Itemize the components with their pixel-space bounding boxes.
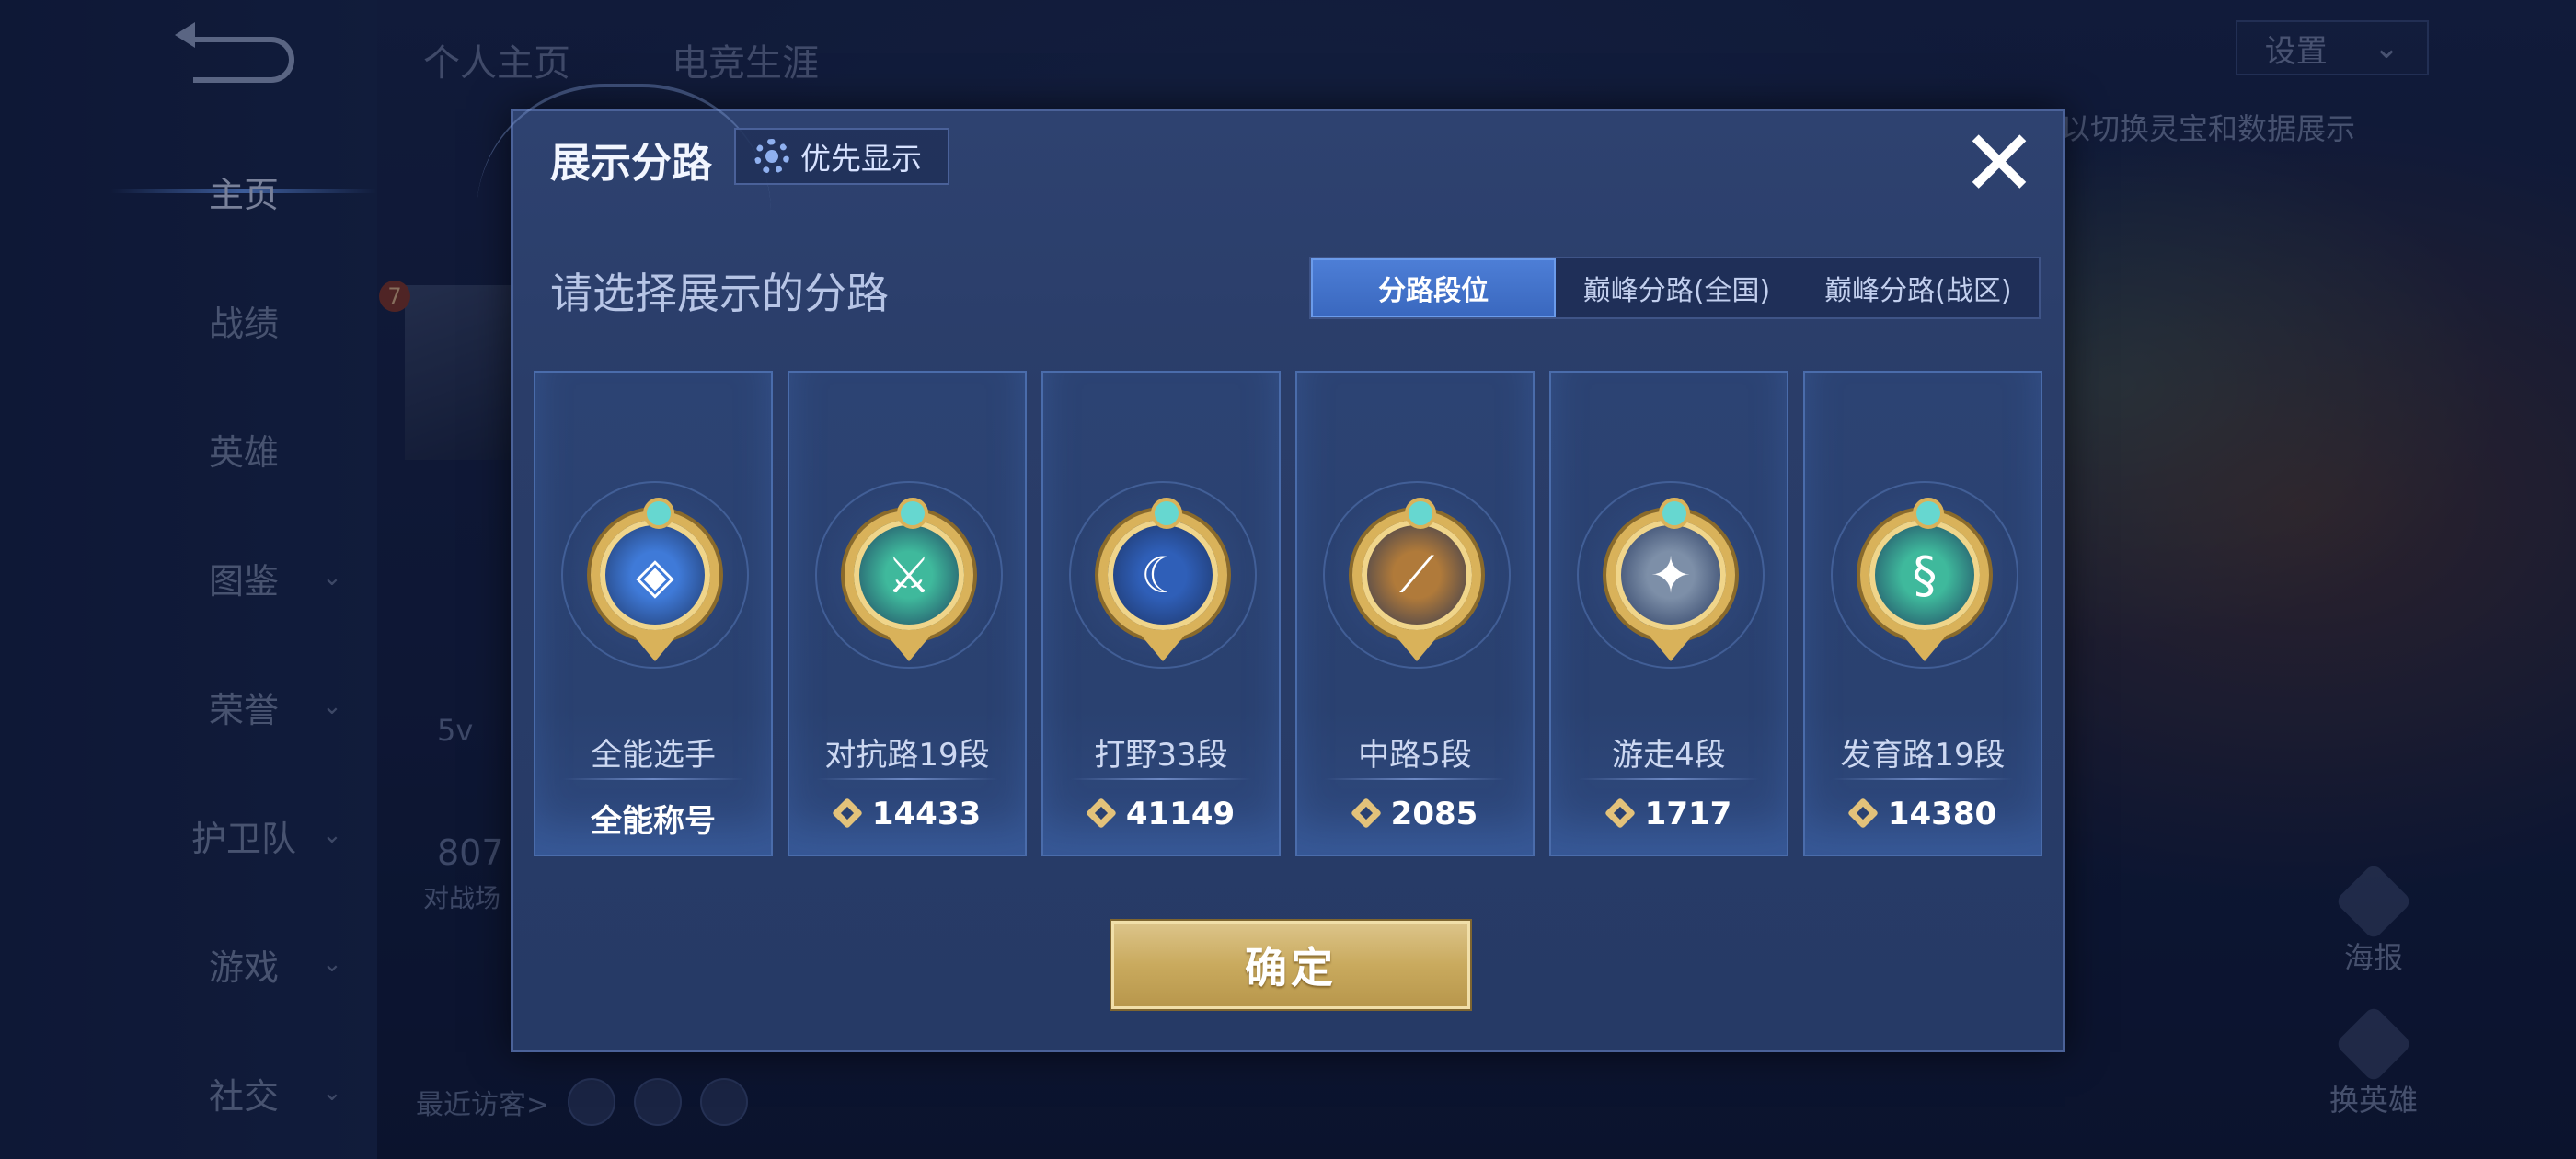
lane-name: 游走4段 [1612, 737, 1726, 774]
dialog-subtitle: 请选择展示的分路 [550, 269, 889, 318]
lane-name: 全能选手 [591, 737, 716, 774]
lane-score: 全能称号 [535, 796, 771, 841]
lane-card[interactable]: ◈ 全能选手全能称号 [534, 371, 773, 856]
tab-lane-rank[interactable]: 分路段位 [1311, 258, 1557, 317]
lane-card[interactable]: § 发育路19段 14380 [1803, 371, 2042, 856]
power-score-icon [834, 800, 861, 828]
confirm-button[interactable]: 确定 [1111, 921, 1470, 1009]
lane-name: 打野33段 [1094, 737, 1228, 774]
tab-peak-lane-region[interactable]: 巅峰分路(战区) [1798, 258, 2039, 317]
lane-score-value: 14433 [871, 796, 982, 832]
lane-emblem-icon: ✦ [1606, 498, 1735, 661]
card-divider [1833, 778, 2013, 780]
lane-emblem-icon: ⚔ [845, 498, 973, 661]
lane-score-value: 41149 [1125, 796, 1236, 832]
power-score-icon [1087, 800, 1115, 828]
lane-card[interactable]: ⟋ 中路5段 2085 [1295, 371, 1535, 856]
lane-emblem-icon: ☾ [1098, 498, 1227, 661]
lane-score-value: 2085 [1390, 796, 1478, 832]
lane-score-value: 1717 [1644, 796, 1732, 832]
lane-score: 14380 [1805, 796, 2041, 832]
gear-icon [754, 139, 789, 174]
lane-score: 41149 [1043, 796, 1279, 832]
close-button[interactable]: ✕ [1958, 118, 2041, 210]
lane-score: 14433 [789, 796, 1025, 832]
display-lane-dialog: 展示分路 优先显示 ✕ 请选择展示的分路 分路段位 巅峰分路(全国) 巅峰分路(… [477, 84, 2065, 1052]
lane-type-segmented-control: 分路段位 巅峰分路(全国) 巅峰分路(战区) [1309, 257, 2041, 319]
lane-emblem-icon: ◈ [591, 498, 719, 661]
card-divider [1325, 778, 1505, 780]
lane-score-value: 全能称号 [591, 803, 716, 840]
lane-score-value: 14380 [1887, 796, 1997, 832]
card-divider [817, 778, 997, 780]
power-score-icon [1606, 800, 1634, 828]
lane-card[interactable]: ☾ 打野33段 41149 [1041, 371, 1281, 856]
lane-score: 2085 [1297, 796, 1533, 832]
priority-display-button[interactable]: 优先显示 [734, 128, 949, 185]
power-score-icon [1352, 800, 1380, 828]
tab-peak-lane-national[interactable]: 巅峰分路(全国) [1556, 258, 1797, 317]
card-divider [1579, 778, 1759, 780]
lane-name: 中路5段 [1358, 737, 1472, 774]
lane-emblem-icon: § [1860, 498, 1989, 661]
card-divider [1071, 778, 1251, 780]
lane-card[interactable]: ⚔ 对抗路19段 14433 [788, 371, 1027, 856]
priority-display-label: 优先显示 [800, 141, 922, 177]
lane-emblem-icon: ⟋ [1352, 498, 1481, 661]
lane-card-list: ◈ 全能选手全能称号 ⚔ 对抗路19段 14433 ☾ 打野33段 41149 ⟋ 中路5段 208… [534, 371, 2052, 856]
lane-name: 对抗路19段 [824, 737, 990, 774]
lane-name: 发育路19段 [1840, 737, 2006, 774]
lane-card[interactable]: ✦ 游走4段 1717 [1549, 371, 1788, 856]
card-divider [563, 778, 743, 780]
power-score-icon [1849, 800, 1877, 828]
dialog-title: 展示分路 [550, 140, 712, 187]
lane-score: 1717 [1551, 796, 1787, 832]
